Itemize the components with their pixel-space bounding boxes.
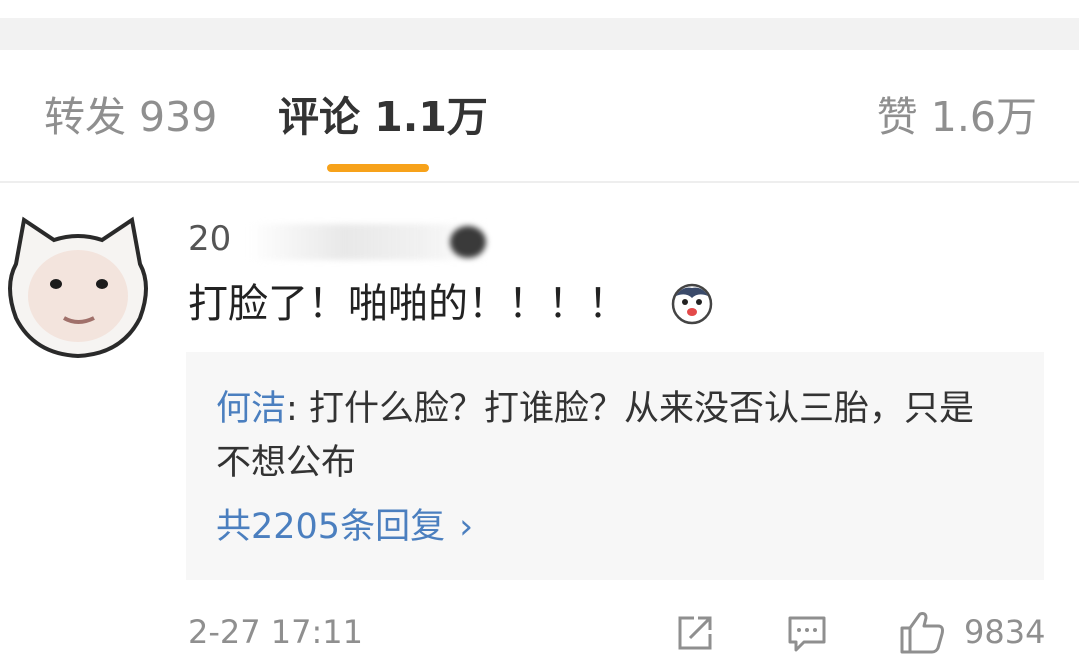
tab-likes[interactable]: 赞 1.6万 <box>877 92 1037 142</box>
reply-preview[interactable]: 何洁: 打什么脸？打谁脸？从来没否认三胎，只是不想公布 共2205条回复 › <box>186 352 1044 580</box>
comment-username[interactable]: 20 <box>188 218 231 260</box>
username-redaction <box>250 224 490 260</box>
thumbs-up-icon[interactable] <box>898 608 946 656</box>
reply-icon[interactable] <box>786 612 828 654</box>
view-all-replies-link[interactable]: 共2205条回复 › <box>216 502 473 552</box>
tab-comments[interactable]: 评论 1.1万 <box>278 92 488 142</box>
husky-face-icon <box>668 282 716 326</box>
comment-text: 打脸了！啪啪的！！！！ <box>188 281 628 327</box>
reply-text: 打什么脸？打谁脸？从来没否认三胎，只是不想公布 <box>216 389 974 483</box>
share-icon[interactable] <box>674 612 716 654</box>
comment-timestamp: 2-27 17:11 <box>188 613 364 651</box>
top-band <box>0 18 1079 50</box>
chevron-right-icon: › <box>459 507 474 547</box>
reply-content: 何洁: 打什么脸？打谁脸？从来没否认三胎，只是不想公布 <box>216 382 1006 490</box>
tab-repost[interactable]: 转发 939 <box>44 92 217 142</box>
redaction-smudge <box>450 226 486 258</box>
avatar[interactable] <box>2 206 154 359</box>
tab-active-indicator <box>327 164 429 172</box>
tab-divider <box>0 181 1079 183</box>
like-count: 9834 <box>964 613 1046 651</box>
reply-separator: : <box>286 389 309 429</box>
reply-author[interactable]: 何洁 <box>216 389 286 429</box>
view-all-replies-label: 共2205条回复 <box>216 507 446 547</box>
